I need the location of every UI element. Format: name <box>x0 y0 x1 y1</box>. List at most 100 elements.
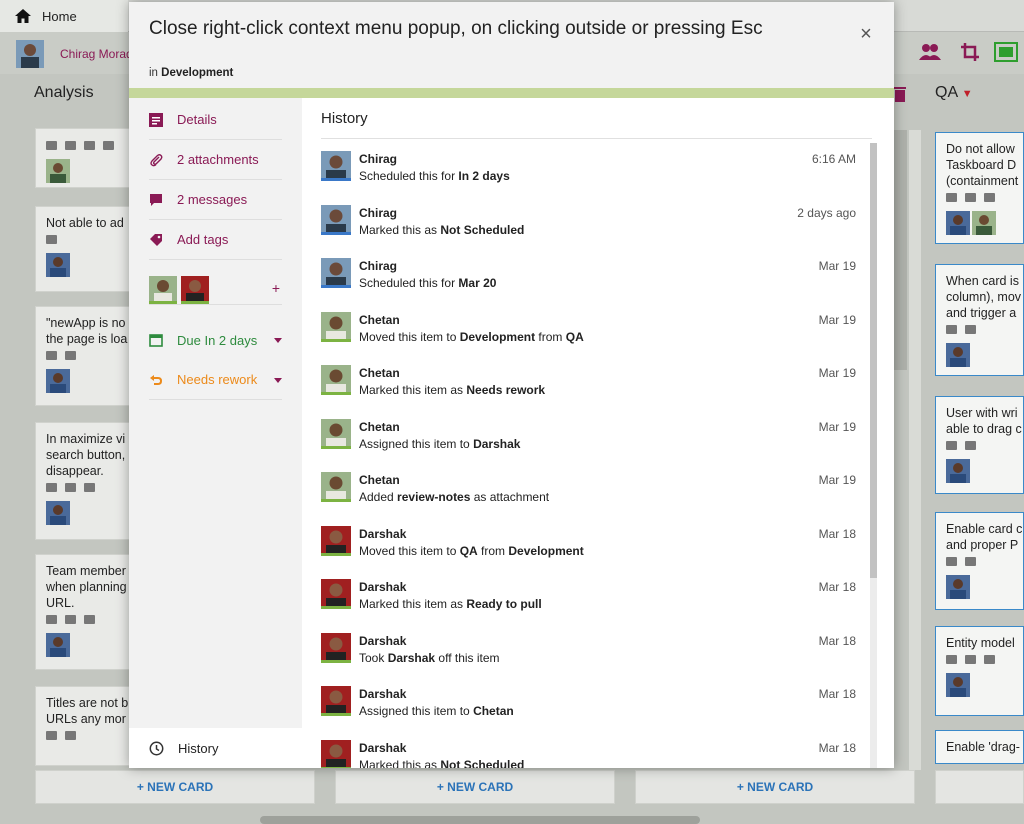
divider <box>321 138 872 139</box>
add-member-button[interactable]: + <box>272 280 280 296</box>
history-user[interactable]: Chetan <box>359 366 400 380</box>
fullscreen-icon[interactable] <box>994 42 1018 62</box>
history-action: Marked this as Not Scheduled <box>359 222 525 237</box>
avatar[interactable] <box>149 276 177 304</box>
history-time: Mar 19 <box>818 419 856 434</box>
card[interactable]: In maximize vi search button, disappear. <box>35 422 135 540</box>
avatar[interactable] <box>321 472 351 502</box>
avatar[interactable] <box>321 311 351 342</box>
avatar[interactable] <box>321 579 351 609</box>
sidebar-item-status[interactable]: Needs rework <box>149 360 282 400</box>
avatar[interactable] <box>181 276 209 304</box>
avatar[interactable] <box>321 525 351 556</box>
card[interactable]: Not able to ad <box>35 206 135 292</box>
card[interactable]: Titles are not b URLs any mor <box>35 686 135 766</box>
history-user[interactable]: Darshak <box>359 687 406 701</box>
details-icon <box>149 112 163 127</box>
sidebar-item-due[interactable]: Due In 2 days <box>149 320 282 360</box>
sidebar-item-tags[interactable]: Add tags <box>149 220 282 260</box>
user-avatar[interactable] <box>16 40 44 68</box>
home-tab[interactable]: Home <box>0 0 128 32</box>
sidebar-item-label: Add tags <box>177 232 229 247</box>
avatar[interactable] <box>321 151 351 181</box>
avatar <box>946 343 970 367</box>
sidebar-item-label: History <box>178 740 219 756</box>
card[interactable]: Enable card c and proper P <box>935 512 1024 610</box>
chevron-down-icon[interactable] <box>274 378 282 383</box>
sidebar-item-attachments[interactable]: 2 attachments <box>149 140 282 180</box>
card-icons <box>946 557 1013 569</box>
history-entry: Chirag Marked this as Not Scheduled 2 days… <box>321 197 861 251</box>
sidebar-item-label: 2 messages <box>177 192 248 207</box>
scrollbar-thumb[interactable] <box>870 143 877 578</box>
card[interactable]: Entity model <box>935 626 1024 716</box>
card-text: Enable card c and proper P <box>946 522 1023 552</box>
card[interactable]: "newApp is no the page is loa <box>35 306 135 406</box>
column-edge <box>909 130 921 770</box>
avatar[interactable] <box>321 365 351 395</box>
team-icon[interactable] <box>918 42 942 62</box>
new-card-button[interactable]: + NEW CARD <box>335 770 615 804</box>
history-time: Mar 18 <box>818 687 856 701</box>
avatar[interactable] <box>321 204 351 235</box>
history-action: Marked this item as Ready to pull <box>359 597 542 611</box>
modal-subtitle: in Development <box>149 67 234 79</box>
paperclip-icon <box>150 153 163 166</box>
modal-title[interactable]: Close right-click context menu popup, on… <box>149 18 789 40</box>
avatar <box>46 253 70 277</box>
card[interactable]: User with wri able to drag c <box>935 396 1024 494</box>
card[interactable] <box>35 128 135 188</box>
message-icon <box>150 193 162 206</box>
history-user[interactable]: Chirag <box>359 259 397 273</box>
history-entry: Darshak Moved this item to QA from Develo… <box>321 518 861 572</box>
avatar <box>946 575 970 599</box>
history-user[interactable]: Darshak <box>359 580 406 594</box>
history-user[interactable]: Darshak <box>359 741 406 755</box>
sidebar-item-messages[interactable]: 2 messages <box>149 180 282 220</box>
history-action: Assigned this item to Darshak <box>359 436 521 451</box>
horizontal-scrollbar[interactable] <box>260 816 700 824</box>
new-card-button[interactable]: + NEW CARD <box>35 770 315 804</box>
history-user[interactable]: Chetan <box>359 420 400 434</box>
history-user[interactable]: Darshak <box>359 527 406 541</box>
avatar[interactable] <box>321 632 351 663</box>
history-user[interactable]: Chetan <box>359 313 400 327</box>
history-action: Added review-notes as attachment <box>359 490 550 504</box>
chevron-down-icon[interactable] <box>274 338 282 343</box>
avatar[interactable] <box>321 686 351 716</box>
card-icons <box>946 325 1013 337</box>
card[interactable]: Do not allow Taskboard D (containment <box>935 132 1024 244</box>
user-name[interactable]: Chirag Morad <box>60 47 133 61</box>
history-entry: Darshak Marked this as Not Scheduled Mar 1… <box>321 732 861 769</box>
sidebar-item-label: Needs rework <box>177 372 258 387</box>
card-icons <box>46 483 124 495</box>
chevron-down-icon[interactable]: ▼ <box>962 88 973 100</box>
crop-icon[interactable] <box>960 42 980 62</box>
avatar[interactable] <box>321 739 351 769</box>
history-user[interactable]: Darshak <box>359 634 406 648</box>
home-label: Home <box>42 8 77 24</box>
new-card-button[interactable] <box>935 770 1024 804</box>
column-scrollbar[interactable] <box>893 130 907 370</box>
card[interactable]: Enable 'drag- <box>935 730 1024 764</box>
trash-icon[interactable] <box>893 86 907 102</box>
history-action: Marked this item as Needs rework <box>359 383 546 397</box>
close-icon[interactable]: × <box>856 24 876 44</box>
avatar[interactable] <box>321 258 351 288</box>
card[interactable]: When card is column), mov and trigger a <box>935 264 1024 376</box>
avatar[interactable] <box>321 418 351 449</box>
history-entry: Darshak Marked this item as Ready to pull… <box>321 571 861 625</box>
history-user[interactable]: Chirag <box>359 152 397 166</box>
sidebar-item-details[interactable]: Details <box>149 100 282 140</box>
card-text: Team member when planning URL. <box>46 564 127 610</box>
card[interactable]: Team member when planning URL. <box>35 554 135 670</box>
history-time: Mar 19 <box>818 473 856 487</box>
sidebar-item-history[interactable]: History <box>129 728 302 768</box>
card-text: Do not allow Taskboard D (containment <box>946 142 1019 188</box>
history-user[interactable]: Chirag <box>359 206 397 220</box>
card-icons <box>46 351 124 363</box>
home-icon <box>15 9 31 23</box>
toolbar-right <box>894 32 1024 74</box>
history-user[interactable]: Chetan <box>359 473 400 487</box>
new-card-button[interactable]: + NEW CARD <box>635 770 915 804</box>
